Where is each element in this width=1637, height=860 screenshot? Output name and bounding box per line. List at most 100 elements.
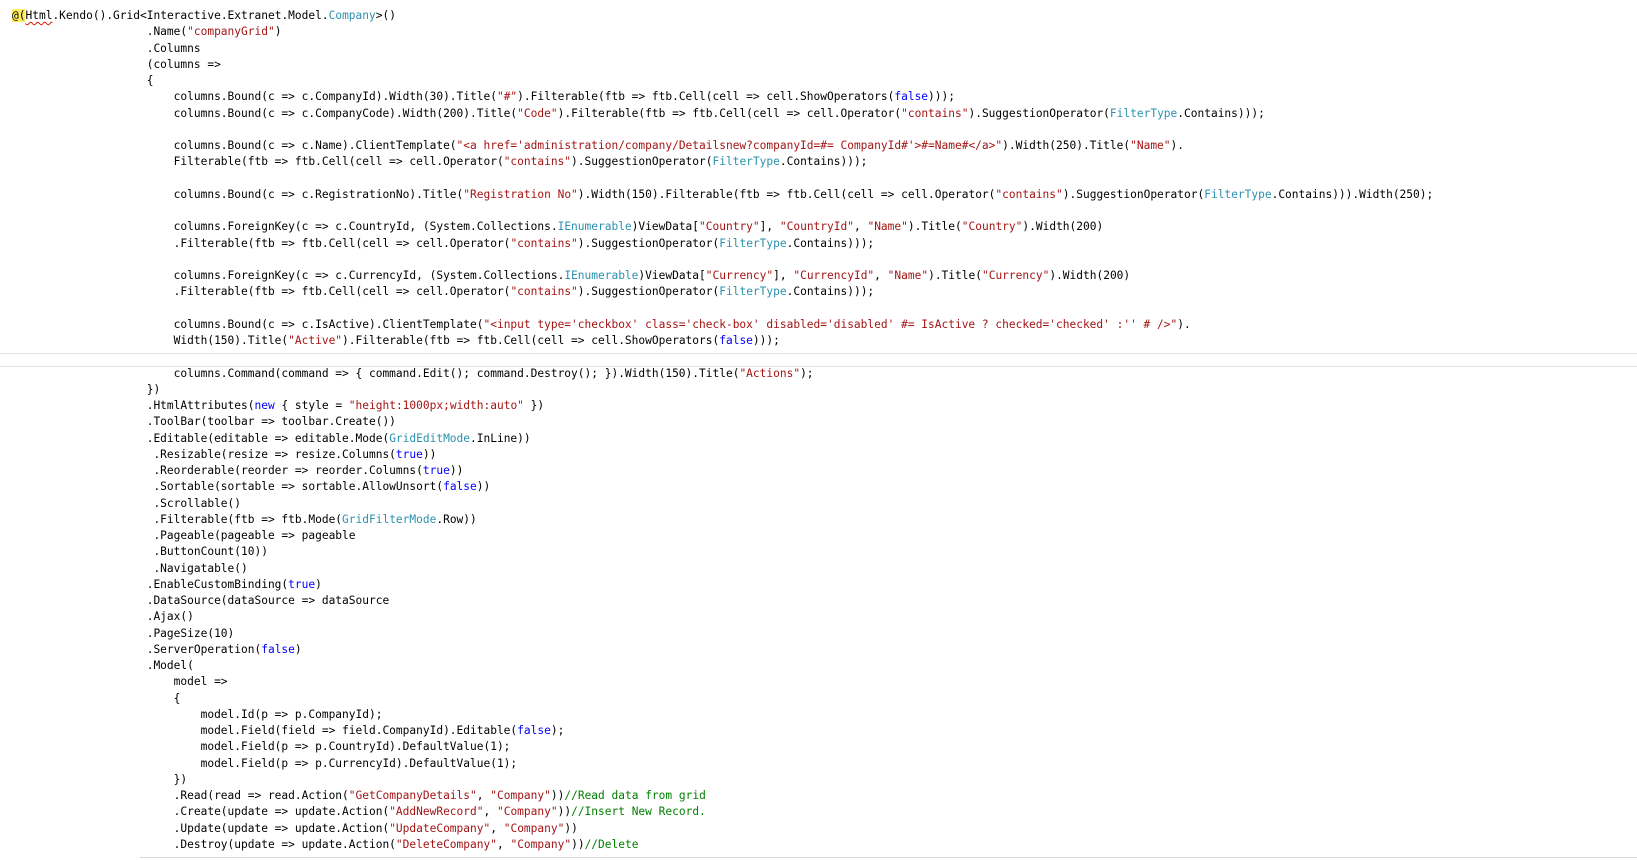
code-line[interactable]: .Read(read => read.Action("GetCompanyDet… — [12, 788, 1433, 804]
code-line[interactable]: .Model( — [12, 658, 1433, 674]
code-line[interactable]: .Create(update => update.Action("AddNewR… — [12, 804, 1433, 820]
comment-token: //Read data from grid — [564, 789, 706, 802]
code-line[interactable] — [12, 252, 1433, 268]
code-line[interactable]: .Scrollable() — [12, 496, 1433, 512]
code-token: .Filterable(ftb => ftb.Cell(cell => cell… — [12, 236, 511, 250]
code-text-area[interactable]: @(Html.Kendo().Grid<Interactive.Extranet… — [12, 8, 1433, 853]
code-line[interactable]: Width(150).Title("Active").Filterable(ft… — [12, 333, 1433, 349]
code-token: ], — [759, 220, 780, 234]
code-line[interactable]: .Editable(editable => editable.Mode(Grid… — [12, 431, 1433, 447]
code-token: .Filterable(ftb => ftb.Mode( — [12, 512, 343, 526]
code-line[interactable]: .Filterable(ftb => ftb.Cell(cell => cell… — [12, 284, 1433, 300]
string-token: "contains" — [510, 285, 578, 299]
code-editor[interactable]: @(Html.Kendo().Grid<Interactive.Extranet… — [0, 0, 1637, 860]
code-token: ))); — [752, 334, 780, 347]
string-token: "Active" — [288, 334, 343, 347]
code-line[interactable] — [12, 171, 1433, 187]
code-line[interactable]: columns.ForeignKey(c => c.CountryId, (Sy… — [12, 219, 1433, 235]
code-line[interactable]: @(Html.Kendo().Grid<Interactive.Extranet… — [12, 8, 1433, 24]
comment-token: //Insert New Record. — [571, 805, 706, 819]
code-line[interactable]: .ToolBar(toolbar => toolbar.Create()) — [12, 414, 1433, 430]
code-line[interactable]: }) — [12, 772, 1433, 788]
code-token: .Columns — [12, 41, 201, 55]
line-separator — [0, 353, 1637, 354]
code-token: ).Width(200) — [1022, 220, 1104, 234]
code-token: ).Width(150).Filterable(ftb => ftb.Cell(… — [577, 187, 996, 201]
code-token: ). — [1170, 139, 1185, 152]
code-token: .Resizable(resize => resize.Columns( — [12, 447, 396, 461]
code-token: }) — [12, 382, 161, 396]
code-token: model.Field(p => p.CurrencyId).DefaultVa… — [12, 756, 518, 770]
code-line[interactable]: model.Field(p => p.CountryId).DefaultVal… — [12, 739, 1433, 755]
code-line[interactable]: .Filterable(ftb => ftb.Cell(cell => cell… — [12, 236, 1433, 252]
code-token: )) — [476, 480, 491, 494]
code-line[interactable]: columns.Command(command => { command.Edi… — [12, 366, 1433, 382]
code-line[interactable]: }) — [12, 382, 1433, 398]
code-line[interactable] — [12, 203, 1433, 219]
code-line[interactable]: columns.Bound(c => c.RegistrationNo).Tit… — [12, 187, 1434, 203]
code-token: model.Field(field => field.CompanyId).Ed… — [12, 724, 518, 737]
code-line[interactable]: .Columns — [12, 41, 1433, 57]
code-token: .Contains))).Width(250); — [1271, 187, 1434, 201]
code-token: .Contains))); — [786, 236, 875, 250]
type-token: IEnumerable — [564, 269, 639, 282]
code-line[interactable]: { — [12, 691, 1433, 707]
keyword-token: true — [422, 464, 450, 477]
string-token: "#" — [496, 90, 518, 104]
type-token: GridEditMode — [389, 431, 471, 445]
code-token: >() — [375, 9, 396, 22]
code-token: columns.Bound(c => c.CompanyId).Width(30… — [12, 90, 497, 104]
code-line[interactable]: .Pageable(pageable => pageable — [12, 528, 1433, 544]
code-line[interactable]: .Name("companyGrid") — [12, 24, 1433, 40]
code-line[interactable] — [12, 349, 1433, 365]
code-token: .Kendo().Grid<Interactive.Extranet.Model… — [52, 9, 329, 22]
code-line[interactable]: { — [12, 73, 1433, 89]
string-token: "Code" — [517, 106, 558, 120]
code-token: (columns => — [12, 57, 221, 71]
code-token: .Create(update => update.Action( — [12, 805, 390, 819]
code-line[interactable]: .Navigatable() — [12, 561, 1433, 577]
code-line[interactable]: model => — [12, 674, 1433, 690]
editor-bottom-border — [140, 857, 1637, 858]
code-line[interactable]: .Update(update => update.Action("UpdateC… — [12, 821, 1433, 837]
code-line[interactable]: model.Id(p => p.CompanyId); — [12, 707, 1433, 723]
code-line[interactable]: .DataSource(dataSource => dataSource — [12, 593, 1433, 609]
code-line[interactable]: model.Field(p => p.CurrencyId).DefaultVa… — [12, 756, 1433, 772]
code-line[interactable]: columns.Bound(c => c.IsActive).ClientTem… — [12, 317, 1433, 333]
keyword-token: false — [517, 724, 551, 737]
code-line[interactable] — [12, 122, 1433, 138]
string-token: "companyGrid" — [187, 25, 275, 39]
code-token: ).Title( — [907, 220, 962, 234]
code-token: , — [476, 789, 491, 802]
code-token: columns.Bound(c => c.Name).ClientTemplat… — [12, 139, 457, 152]
code-line[interactable]: columns.ForeignKey(c => c.CurrencyId, (S… — [12, 268, 1433, 284]
code-token: )ViewData[ — [638, 269, 706, 282]
code-line[interactable]: .Filterable(ftb => ftb.Mode(GridFilterMo… — [12, 512, 1433, 528]
code-line[interactable]: columns.Bound(c => c.CompanyCode).Width(… — [12, 106, 1433, 122]
code-line[interactable]: .PageSize(10) — [12, 626, 1433, 642]
code-line[interactable]: .EnableCustomBinding(true) — [12, 577, 1433, 593]
code-line[interactable]: .Destroy(update => update.Action("Delete… — [12, 837, 1433, 853]
string-token: "contains" — [503, 155, 572, 169]
code-line[interactable]: .Ajax() — [12, 609, 1433, 625]
code-line[interactable]: Filterable(ftb => ftb.Cell(cell => cell.… — [12, 154, 1433, 170]
code-token: .Contains))); — [1177, 106, 1265, 120]
code-token: ).Filterable(ftb => ftb.Cell(cell => cel… — [557, 106, 902, 120]
code-line[interactable] — [12, 301, 1433, 317]
code-line[interactable]: .ButtonCount(10)) — [12, 544, 1433, 560]
code-line[interactable]: .Sortable(sortable => sortable.AllowUnso… — [12, 479, 1433, 495]
code-line[interactable]: (columns => — [12, 57, 1433, 73]
code-token: .Ajax() — [12, 610, 194, 624]
code-line[interactable]: columns.Bound(c => c.CompanyId).Width(30… — [12, 89, 1433, 105]
string-token: "Registration No" — [463, 187, 578, 201]
code-token: ) — [315, 577, 322, 591]
code-token: .Reorderable(reorder => reorder.Columns( — [12, 464, 423, 477]
code-line[interactable]: .ServerOperation(false) — [12, 642, 1433, 658]
code-line[interactable]: .Resizable(resize => resize.Columns(true… — [12, 447, 1433, 463]
code-line[interactable]: model.Field(field => field.CompanyId).Ed… — [12, 723, 1433, 739]
code-token: columns.Command(command => { command.Edi… — [12, 366, 740, 380]
code-line[interactable]: columns.Bound(c => c.Name).ClientTemplat… — [12, 138, 1433, 154]
code-token: Width(150).Title( — [12, 334, 289, 347]
code-line[interactable]: .HtmlAttributes(new { style = "height:10… — [12, 398, 1433, 414]
code-line[interactable]: .Reorderable(reorder => reorder.Columns(… — [12, 463, 1433, 479]
